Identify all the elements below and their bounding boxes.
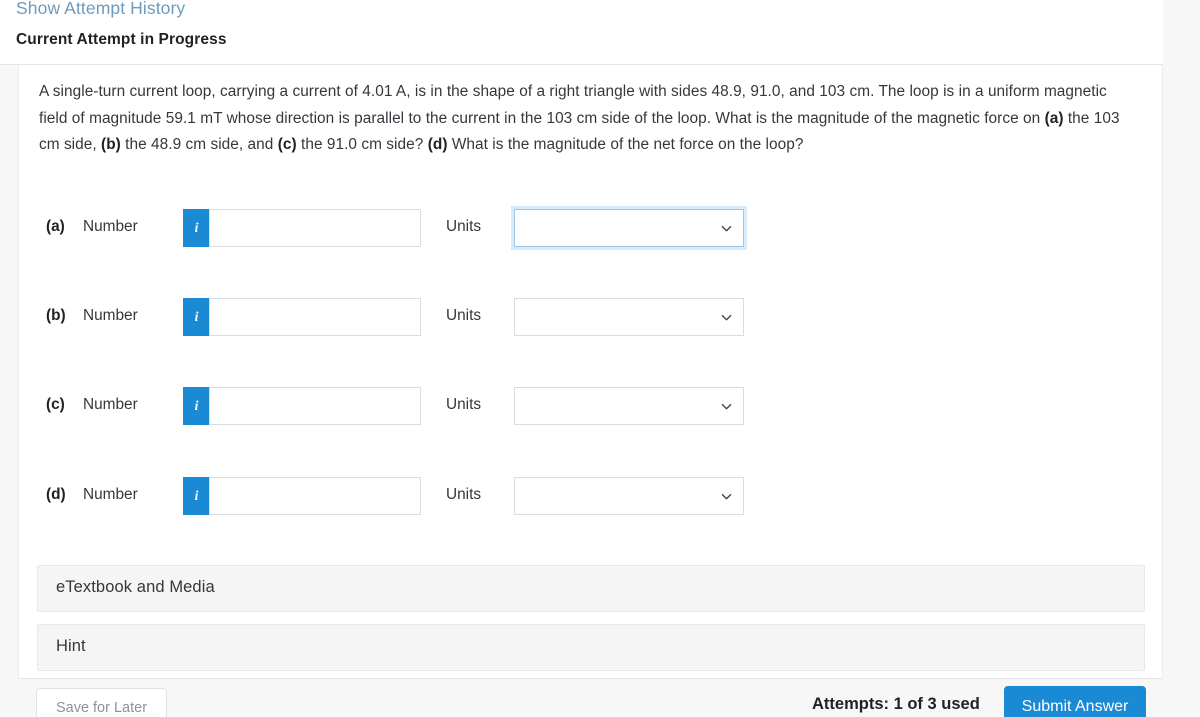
answer-row-b-units-label: Units <box>446 307 482 324</box>
answer-a-units-wrap: NmNkNμN <box>514 209 744 247</box>
info-icon[interactable]: i <box>183 387 209 425</box>
answer-row-c-number-label: Number <box>83 396 138 413</box>
question-label-a: (a) <box>1044 109 1064 127</box>
info-icon[interactable]: i <box>183 477 209 515</box>
footer-divider <box>18 678 1163 679</box>
hint-panel[interactable]: Hint <box>37 624 1145 671</box>
question-text-part-5: What is the magnitude of the net force o… <box>447 136 804 153</box>
question-statement: A single-turn current loop, carrying a c… <box>39 79 1139 159</box>
answer-c-number-input[interactable] <box>209 387 421 425</box>
current-attempt-title: Current Attempt in Progress <box>16 31 227 48</box>
question-label-c: (c) <box>277 136 297 153</box>
save-for-later-button[interactable]: Save for Later <box>36 688 167 717</box>
answer-row-b-input-group: i <box>183 298 421 336</box>
answer-b-units-select[interactable]: NmNkNμN <box>514 298 744 336</box>
question-card: A single-turn current loop, carrying a c… <box>18 65 1163 678</box>
answer-d-units-select[interactable]: NmNkNμN <box>514 477 744 515</box>
answer-d-number-input[interactable] <box>209 477 421 515</box>
answer-row-a-letter: (a) <box>46 218 65 235</box>
answer-row-b: (b) Number i Units NmNkNμN <box>19 298 1162 336</box>
info-icon[interactable]: i <box>183 209 209 247</box>
info-icon-glyph: i <box>194 220 199 236</box>
submit-answer-button[interactable]: Submit Answer <box>1004 686 1146 717</box>
answer-row-c-input-group: i <box>183 387 421 425</box>
answer-row-a-units-label: Units <box>446 218 482 235</box>
answer-row-b-letter: (b) <box>46 307 66 324</box>
answer-row-c-units-label: Units <box>446 396 482 413</box>
answer-row-c: (c) Number i Units NmNkNμN <box>19 387 1162 425</box>
answer-row-d: (d) Number i Units NmNkNμN <box>19 477 1162 515</box>
page-root: Show Attempt History Current Attempt in … <box>0 0 1200 717</box>
info-icon[interactable]: i <box>183 298 209 336</box>
answer-row-d-letter: (d) <box>46 486 66 503</box>
answer-d-units-wrap: NmNkNμN <box>514 477 744 515</box>
answer-c-units-select[interactable]: NmNkNμN <box>514 387 744 425</box>
attempt-header-strip: Show Attempt History Current Attempt in … <box>0 0 1163 65</box>
answer-row-c-letter: (c) <box>46 396 65 413</box>
answer-b-number-input[interactable] <box>209 298 421 336</box>
answer-row-a-number-label: Number <box>83 218 138 235</box>
answer-row-b-number-label: Number <box>83 307 138 324</box>
attempts-counter: Attempts: 1 of 3 used <box>812 695 980 713</box>
show-attempt-history-link[interactable]: Show Attempt History <box>16 0 185 19</box>
answer-row-d-input-group: i <box>183 477 421 515</box>
question-text-part-3: the 48.9 cm side, and <box>120 136 278 153</box>
question-label-d: (d) <box>427 136 448 153</box>
answer-b-units-wrap: NmNkNμN <box>514 298 744 336</box>
answer-a-number-input[interactable] <box>209 209 421 247</box>
answer-row-d-number-label: Number <box>83 486 138 503</box>
etextbook-and-media-panel[interactable]: eTextbook and Media <box>37 565 1145 612</box>
info-icon-glyph: i <box>194 309 199 325</box>
info-icon-glyph: i <box>194 488 199 504</box>
answer-row-a: (a) Number i Units NmNkNμN <box>19 209 1162 247</box>
answer-row-d-units-label: Units <box>446 486 482 503</box>
answer-a-units-select[interactable]: NmNkNμN <box>514 209 744 247</box>
answer-c-units-wrap: NmNkNμN <box>514 387 744 425</box>
question-label-b: (b) <box>101 136 121 153</box>
info-icon-glyph: i <box>194 398 199 414</box>
etextbook-and-media-label: eTextbook and Media <box>56 578 215 596</box>
question-text-part-4: the 91.0 cm side? <box>296 136 428 153</box>
question-text-part-1: A single-turn current loop, carrying a c… <box>39 83 1107 127</box>
answer-row-a-input-group: i <box>183 209 421 247</box>
hint-label: Hint <box>56 637 86 655</box>
